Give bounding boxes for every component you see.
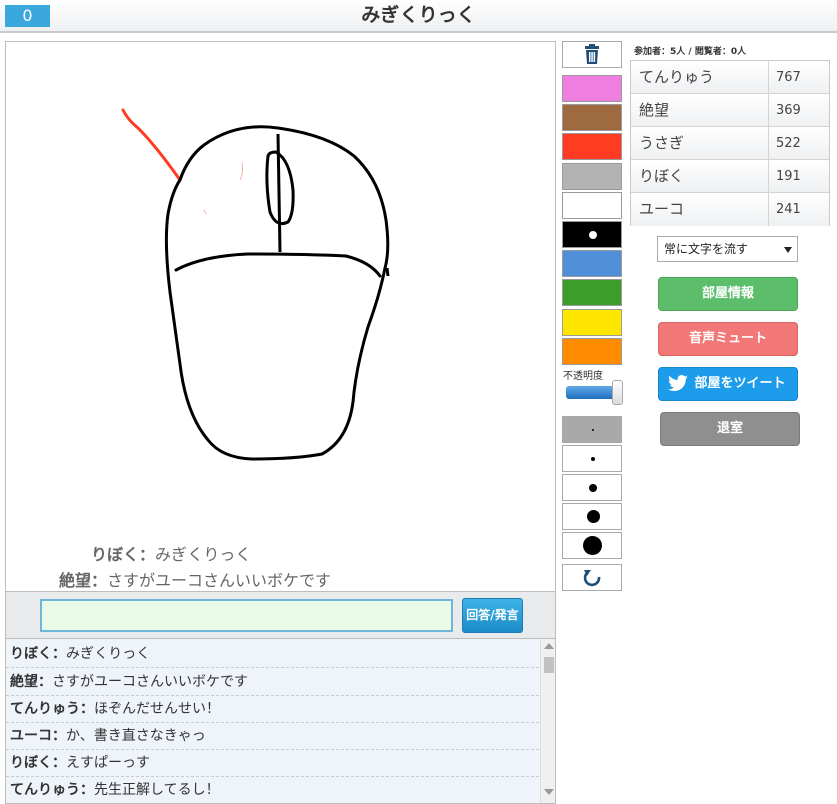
- clear-canvas-button[interactable]: [562, 41, 622, 68]
- color-swatch[interactable]: [562, 221, 622, 248]
- chat-item: てんりゅう：先生正解してるし！: [6, 777, 539, 803]
- player-name: 絶望: [639, 101, 670, 119]
- chat-item: りぼく：えすぱーっす: [6, 750, 539, 777]
- player-name: ユーコ: [639, 200, 685, 218]
- tweet-button[interactable]: 部屋をツイート: [658, 367, 798, 401]
- opacity-slider-thumb[interactable]: [612, 380, 623, 405]
- header-bar: 0 みぎくりっく: [0, 0, 837, 33]
- drawing: [121, 108, 390, 461]
- selected-indicator: [589, 231, 597, 239]
- player-name: うさぎ: [639, 134, 685, 152]
- score-row: てんりゅう 767: [631, 61, 829, 94]
- answer-input[interactable]: [40, 599, 453, 632]
- color-swatch[interactable]: [562, 104, 622, 131]
- player-name: りぼく: [639, 167, 685, 185]
- score-row: うさぎ 522: [631, 127, 829, 160]
- color-swatch[interactable]: [562, 133, 622, 160]
- participants-count: 参加者：5人 / 閲覧者：0人: [634, 47, 747, 57]
- drawing-canvas[interactable]: りぼく：みぎくりっく 絶望：さすがユーコさんいいボケです: [5, 41, 556, 592]
- player-score: 522: [768, 127, 829, 160]
- pen-size-2-button[interactable]: [562, 445, 622, 472]
- color-swatch[interactable]: [562, 192, 622, 219]
- undo-button[interactable]: [562, 564, 622, 591]
- chevron-down-icon: [784, 247, 792, 253]
- twitter-bird-icon: [668, 375, 688, 392]
- pen-size-3-button[interactable]: [562, 474, 622, 501]
- answer-bar: 回答/発言: [5, 592, 556, 638]
- score-row: りぼく 191: [631, 160, 829, 193]
- pen-size-1-button[interactable]: [562, 416, 622, 443]
- answer-button[interactable]: 回答/発言: [462, 598, 523, 633]
- opacity-label: 不透明度: [563, 371, 603, 382]
- red-stroke: [121, 108, 182, 182]
- page-title: みぎくりっく: [361, 4, 476, 26]
- color-swatch[interactable]: [562, 309, 622, 336]
- scroll-thumb[interactable]: [544, 657, 554, 673]
- overlay-message: 絶望：さすがユーコさんいいボケです: [59, 571, 332, 590]
- room-info-button[interactable]: 部屋情報: [658, 277, 798, 311]
- undo-icon: [583, 570, 601, 587]
- player-name: てんりゅう: [639, 68, 715, 86]
- mouse-outline: [164, 125, 390, 461]
- opacity-slider[interactable]: [566, 380, 623, 405]
- color-swatch[interactable]: [562, 163, 622, 190]
- opacity-slider-track: [566, 386, 616, 399]
- player-score: 767: [768, 61, 829, 94]
- scroll-up-arrow-icon[interactable]: [544, 643, 554, 649]
- chat-item: りぼく：みぎくりっく: [6, 641, 539, 668]
- score-table: てんりゅう 767 絶望 369 うさぎ 522 りぼく 191 ユーコ 241: [630, 60, 830, 226]
- color-swatch[interactable]: [562, 75, 622, 102]
- player-score: 191: [768, 160, 829, 193]
- chat-item: ユーコ：か、書き直さなきゃっ: [6, 723, 539, 750]
- chat-scrollbar[interactable]: [540, 639, 555, 803]
- exit-room-button[interactable]: 退室: [660, 412, 800, 446]
- tweet-button-label: 部屋をツイート: [694, 376, 786, 391]
- color-swatch[interactable]: [562, 250, 622, 277]
- scroll-down-arrow-icon[interactable]: [544, 789, 554, 795]
- text-flow-select[interactable]: 常に文字を流す: [657, 236, 798, 262]
- chat-log[interactable]: りぼく：みぎくりっく 絶望：さすがユーコさんいいボケです てんりゅう：ほぞんだせ…: [5, 638, 556, 804]
- mute-button[interactable]: 音声ミュート: [658, 322, 798, 356]
- trash-icon: [585, 44, 599, 64]
- chat-item: 絶望：さすがユーコさんいいボケです: [6, 669, 539, 696]
- overlay-message: りぼく：みぎくりっく: [91, 545, 252, 564]
- score-row: 絶望 369: [631, 94, 829, 127]
- color-swatch[interactable]: [562, 279, 622, 306]
- score-row: ユーコ 241: [631, 193, 829, 226]
- pen-size-4-button[interactable]: [562, 503, 622, 530]
- player-score: 241: [768, 193, 829, 226]
- color-swatch[interactable]: [562, 338, 622, 365]
- text-flow-select-value: 常に文字を流す: [664, 242, 749, 256]
- chat-item: てんりゅう：ほぞんだせんせい！: [6, 696, 539, 723]
- pen-size-5-button[interactable]: [562, 532, 622, 559]
- player-score: 369: [768, 94, 829, 127]
